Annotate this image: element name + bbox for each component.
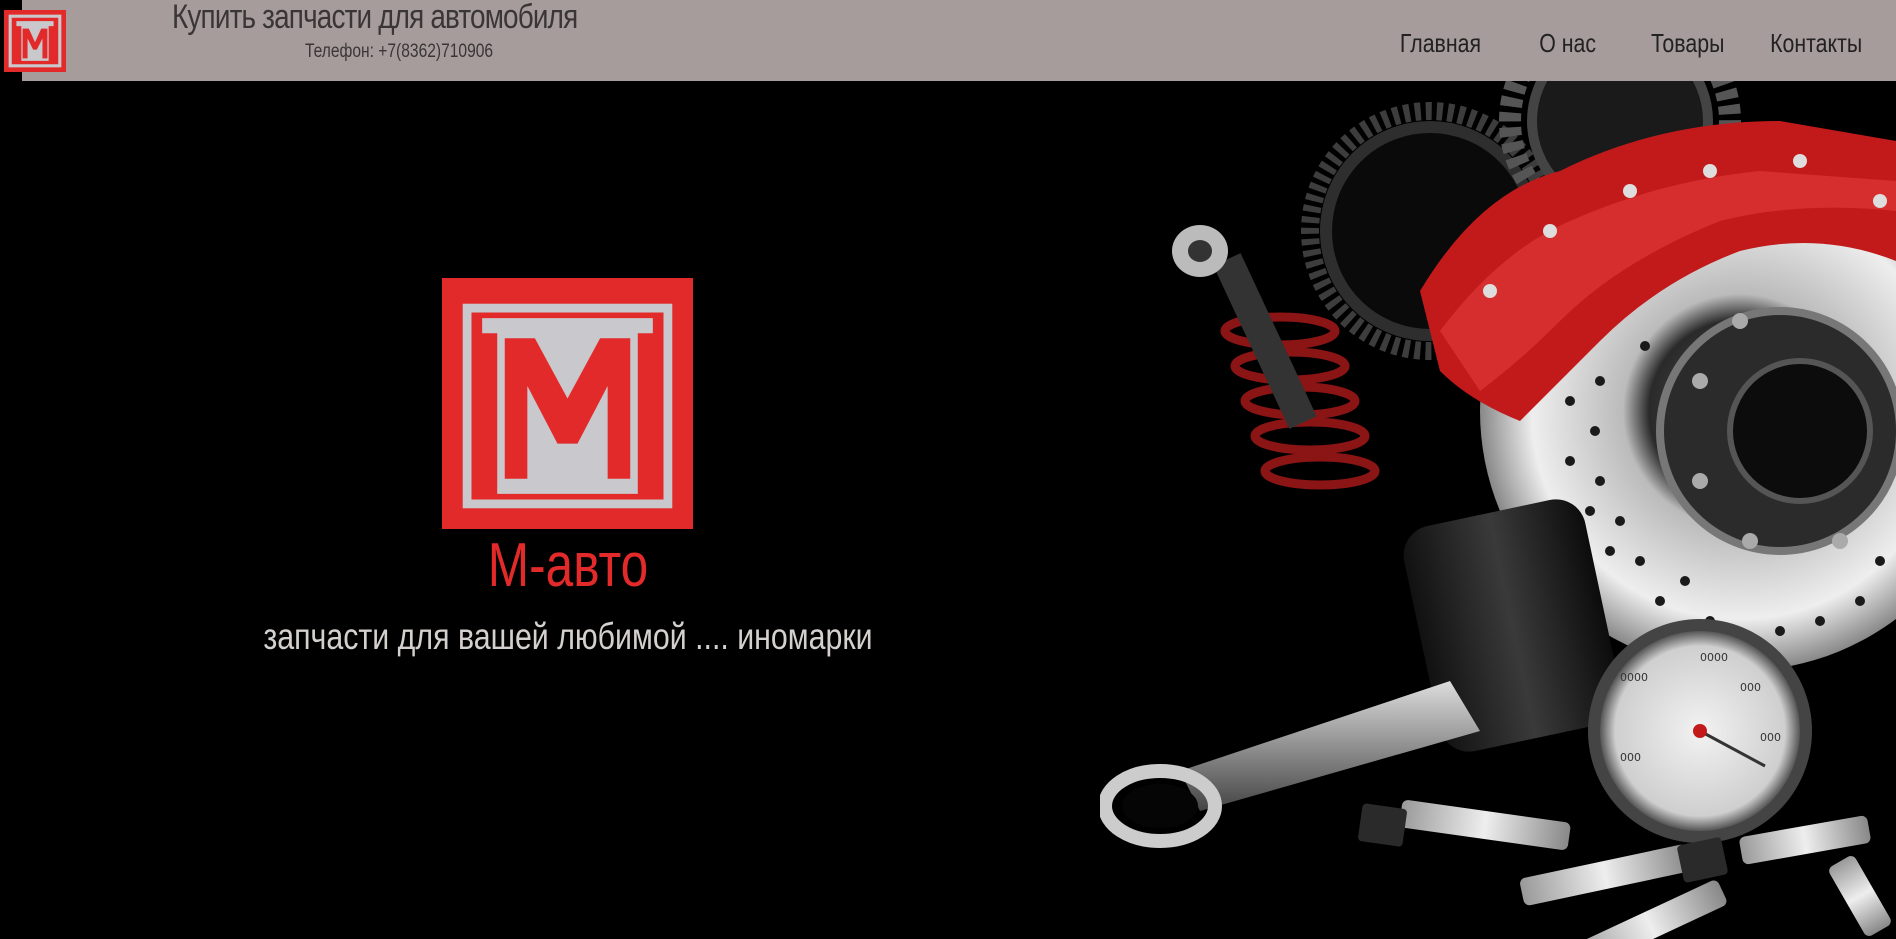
svg-text:0000: 0000	[1700, 651, 1728, 664]
svg-text:000: 000	[1760, 731, 1781, 744]
m-logo-icon[interactable]	[4, 10, 66, 72]
svg-text:000: 000	[1620, 751, 1641, 764]
phone-number: Телефон: +7(8362)710906	[305, 41, 494, 62]
nav-home[interactable]: Главная	[1400, 28, 1481, 59]
nav-contacts[interactable]: Контакты	[1770, 28, 1862, 59]
brand-tagline: запчасти для вашей любимой .... иномарки	[263, 616, 873, 657]
nav-about[interactable]: О нас	[1539, 28, 1596, 59]
brand-name: М-авто	[487, 531, 649, 600]
site-title: Купить запчасти для автомобиля	[172, 0, 578, 36]
m-logo-icon	[442, 278, 693, 529]
auto-parts-image: 0000 0000 000 000 000	[1100, 81, 1896, 939]
svg-text:0000: 0000	[1620, 671, 1648, 684]
page: Купить запчасти для автомобиля Телефон: …	[0, 0, 1896, 939]
svg-text:000: 000	[1740, 681, 1761, 694]
site-header: Купить запчасти для автомобиля Телефон: …	[0, 0, 1896, 81]
nav-products[interactable]: Товары	[1651, 28, 1724, 59]
